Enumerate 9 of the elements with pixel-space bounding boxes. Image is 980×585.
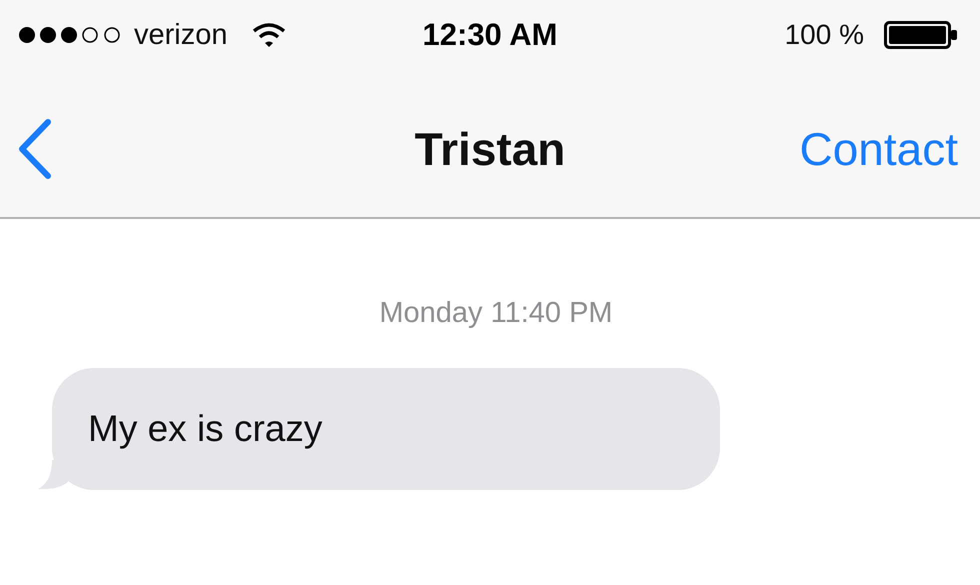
conversation-title: Tristan: [414, 122, 566, 176]
wifi-icon: [252, 22, 286, 48]
status-time: 12:30 AM: [422, 17, 558, 53]
message-timestamp: Monday 11:40 PM: [379, 297, 613, 330]
carrier-name: verizon: [134, 18, 228, 52]
contact-button[interactable]: Contact: [799, 112, 958, 176]
battery-icon: [884, 21, 958, 49]
bubble-tail: [38, 460, 68, 490]
battery-percent: 100 %: [784, 19, 864, 51]
